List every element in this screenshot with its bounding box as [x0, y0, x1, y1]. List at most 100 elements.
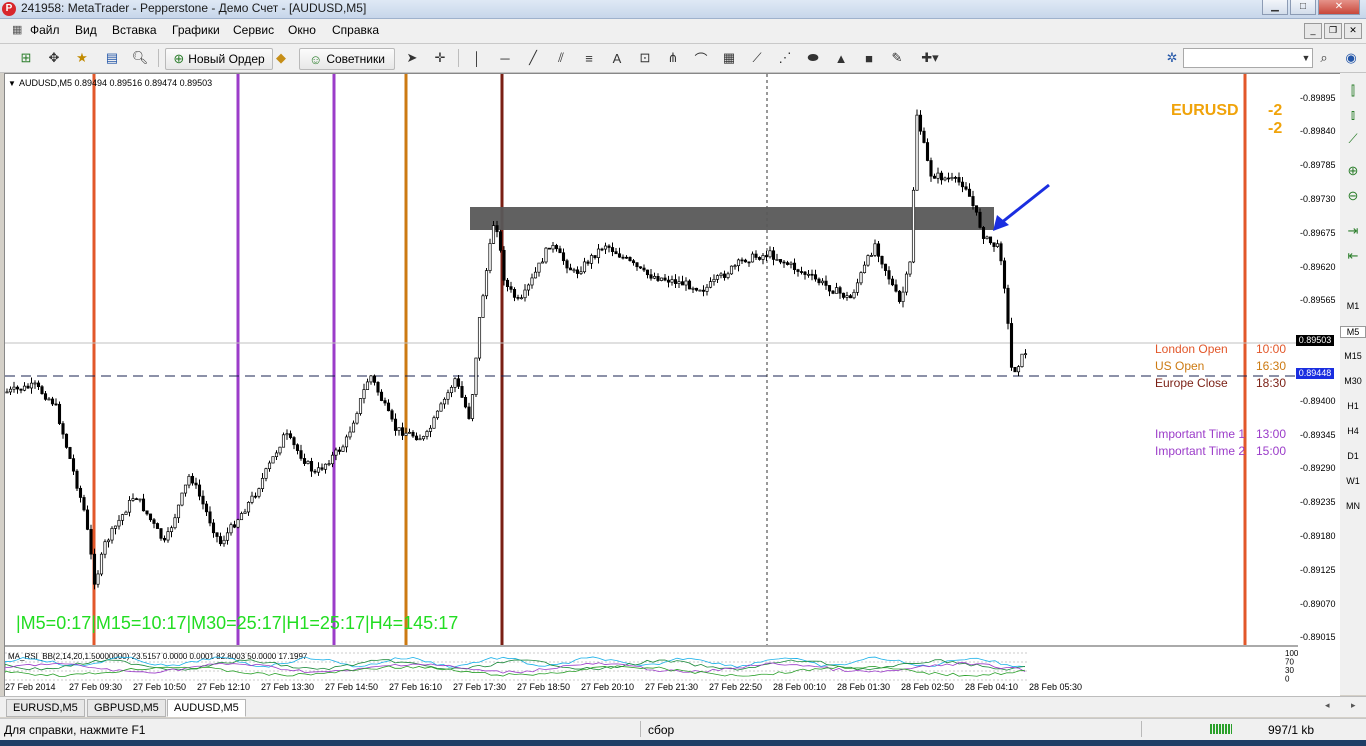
mdi-minimize-button[interactable]: _ — [1304, 23, 1322, 39]
tab-scroll-left-icon[interactable]: ◂ — [1325, 700, 1330, 711]
candle-body — [883, 263, 888, 271]
time-axis-label: 27 Feb 22:50 — [709, 682, 763, 692]
cursor-icon[interactable]: ➤ — [402, 48, 422, 68]
tab-audusd[interactable]: AUDUSD,M5 — [167, 699, 246, 717]
profiles-icon[interactable]: ✥ — [44, 48, 64, 68]
menu-tools[interactable]: Сервис — [233, 23, 274, 37]
gann-fan-icon[interactable]: ⋰ — [776, 48, 794, 68]
community-icon[interactable]: ◉ — [1340, 48, 1362, 68]
candle-body — [715, 275, 720, 280]
fibonacci-arcs-icon[interactable]: ⌒ — [692, 48, 710, 68]
zoom-out-icon[interactable]: ⊖ — [1340, 188, 1366, 204]
bar-chart-icon[interactable]: ⫿ — [1340, 83, 1366, 99]
candle-body — [159, 528, 163, 539]
new-chart-icon[interactable]: ⊞ — [16, 48, 36, 68]
timeframe-m5[interactable]: M5 — [1340, 326, 1366, 338]
candle-body — [554, 245, 559, 250]
chart-window-icon[interactable]: ▦ — [12, 23, 22, 36]
mdi-close-button[interactable]: ✕ — [1344, 23, 1362, 39]
close-button[interactable]: ✕ — [1318, 0, 1360, 15]
menu-view[interactable]: Вид — [75, 23, 97, 37]
timeframe-d1[interactable]: D1 — [1340, 451, 1366, 461]
crosshair-icon[interactable]: ✛ — [430, 48, 450, 68]
candle-body — [113, 525, 118, 529]
text-label-icon[interactable]: ⊡ — [636, 48, 654, 68]
timeframe-h1[interactable]: H1 — [1340, 401, 1366, 411]
search-dropdown-icon[interactable]: ▼ — [1300, 48, 1312, 68]
toolbar: ⊞ ✥ ★ ▤ 🔍︎ ⊕ Новый Ордер ◆ ☺ Советники ➤… — [0, 44, 1366, 73]
zoom-in-icon[interactable]: ⊕ — [1340, 163, 1366, 179]
candles-icon[interactable]: ⫾ — [1340, 107, 1366, 123]
candle-body — [754, 253, 758, 258]
candle-body — [453, 378, 457, 388]
settings-icon[interactable]: ✲ — [1162, 48, 1182, 68]
price-chart[interactable]: AUDUSD,M5 0.89494 0.89516 0.89474 0.8950… — [5, 74, 1299, 696]
candle-body — [904, 273, 909, 293]
connection-icon[interactable] — [1210, 724, 1232, 734]
timeframe-w1[interactable]: W1 — [1340, 476, 1366, 486]
chart-window[interactable]: AUDUSD,M5 0.89494 0.89516 0.89474 0.8950… — [4, 73, 1300, 697]
candle-body — [684, 280, 688, 286]
maximize-button[interactable]: □ — [1290, 0, 1316, 15]
autoscroll-icon[interactable]: ⇤ — [1340, 248, 1366, 264]
timeframe-m1[interactable]: M1 — [1340, 301, 1366, 311]
timeframe-mn[interactable]: MN — [1340, 501, 1366, 511]
menu-charts[interactable]: Графики — [172, 23, 220, 37]
navigator-icon[interactable]: ▤ — [102, 48, 122, 68]
time-axis-label: 27 Feb 14:50 — [325, 682, 379, 692]
menu-window[interactable]: Окно — [288, 23, 316, 37]
line-chart-icon[interactable]: ⟋ — [1340, 131, 1366, 147]
timeframe-h4[interactable]: H4 — [1340, 426, 1366, 436]
tab-eurusd[interactable]: EURUSD,M5 — [6, 699, 85, 717]
candle-body — [316, 467, 321, 473]
tab-gbpusd[interactable]: GBPUSD,M5 — [87, 699, 166, 717]
minimize-button[interactable]: ▁ — [1262, 0, 1288, 15]
strategy-tester-icon[interactable]: 🔍︎ — [130, 48, 150, 68]
candle-body — [495, 225, 499, 233]
candle-body — [250, 495, 254, 503]
mdi-restore-button[interactable]: ❐ — [1324, 23, 1342, 39]
triangle-icon[interactable]: ▲ — [832, 48, 850, 68]
grid-icon[interactable]: ▦ — [720, 48, 738, 68]
fibonacci-icon[interactable]: ≡ — [580, 48, 598, 68]
menu-file[interactable]: Файл — [30, 23, 60, 37]
candle-body — [369, 375, 373, 383]
candle-body — [278, 446, 282, 454]
trendline-icon[interactable]: ╱ — [524, 48, 542, 68]
chart-shift-icon[interactable]: ⇥ — [1340, 223, 1366, 239]
candle-body — [631, 260, 636, 264]
timeframe-m15[interactable]: M15 — [1340, 351, 1366, 361]
candle-body — [8, 388, 13, 393]
menu-insert[interactable]: Вставка — [112, 23, 157, 37]
meta-editor-icon[interactable]: ◆ — [271, 48, 291, 68]
candle-body — [733, 265, 737, 268]
new-order-button[interactable]: ⊕ Новый Ордер — [165, 48, 273, 70]
search-input[interactable] — [1183, 48, 1313, 68]
text-icon[interactable]: A — [608, 48, 626, 68]
vertical-line-icon[interactable]: │ — [468, 48, 486, 68]
timeframe-m30[interactable]: M30 — [1340, 376, 1366, 386]
pencil-icon[interactable]: ✎ — [888, 48, 906, 68]
search-icon[interactable]: ⌕ — [1314, 48, 1334, 68]
experts-button[interactable]: ☺ Советники — [299, 48, 395, 70]
rectangle-icon[interactable]: ■ — [860, 48, 878, 68]
tab-scroll-right-icon[interactable]: ▸ — [1351, 700, 1356, 711]
time-axis-label: 27 Feb 20:10 — [581, 682, 635, 692]
gann-line-icon[interactable]: ⟋ — [748, 48, 766, 68]
arrows-dropdown-icon[interactable]: ✚▾ — [916, 48, 944, 68]
candle-body — [936, 172, 940, 179]
menu-help[interactable]: Справка — [332, 23, 379, 37]
status-profile: сбор — [648, 723, 675, 737]
candle-body — [988, 236, 993, 244]
candle-body — [712, 278, 716, 282]
time-axis-label: 28 Feb 00:10 — [773, 682, 827, 692]
fibonacci-fan-icon[interactable]: ⋔ — [664, 48, 682, 68]
horizontal-line-icon[interactable]: ─ — [496, 48, 514, 68]
ellipse-icon[interactable]: ⬬ — [804, 48, 822, 68]
candle-body — [1006, 287, 1010, 324]
new-order-label: Новый Ордер — [188, 52, 265, 66]
equidistant-channel-icon[interactable]: ⫽ — [552, 48, 570, 68]
price-scale-label: -0.89125 — [1300, 565, 1336, 575]
session-time: 15:00 — [1256, 444, 1286, 458]
market-watch-icon[interactable]: ★ — [72, 48, 92, 68]
